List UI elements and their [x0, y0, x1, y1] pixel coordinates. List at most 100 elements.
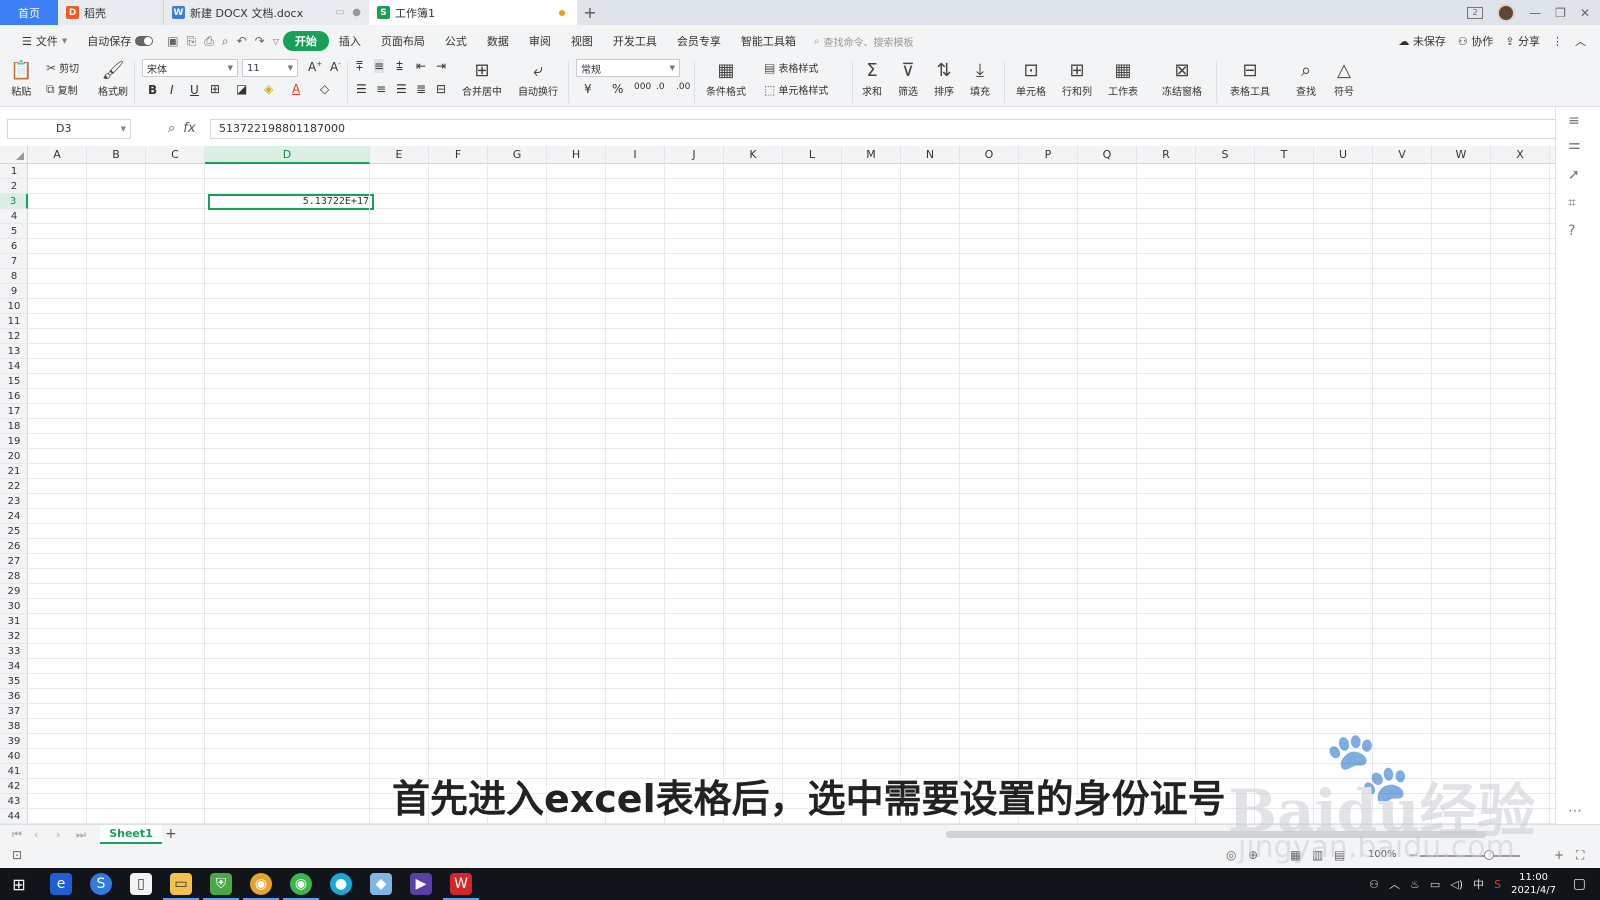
browser-icon[interactable]: e [50, 873, 72, 895]
menu-smart-tools[interactable]: 智能工具箱 [731, 31, 806, 51]
paste-button[interactable]: 📋 粘贴 [10, 59, 32, 98]
distribute-icon[interactable]: ⊟ [436, 82, 446, 96]
cell-button[interactable]: ⊡ 单元格 [1016, 59, 1046, 98]
row-header[interactable]: 17 [0, 404, 28, 419]
column-header[interactable]: C [146, 146, 205, 164]
merge-center-button[interactable]: ⊞ 合并居中 [462, 59, 502, 98]
sogou-icon[interactable]: S [90, 873, 112, 895]
column-header[interactable]: W [1432, 146, 1491, 164]
row-header[interactable]: 1 [0, 164, 28, 179]
table-tools-button[interactable]: ⊟ 表格工具 [1230, 59, 1270, 98]
row-header[interactable]: 27 [0, 554, 28, 569]
save-icon[interactable]: ▣ [163, 34, 182, 48]
column-header[interactable]: A [28, 146, 87, 164]
column-header[interactable]: Q [1078, 146, 1137, 164]
row-header[interactable]: 15 [0, 374, 28, 389]
menu-insert[interactable]: 插入 [329, 31, 371, 51]
collaborate-button[interactable]: ⚇ 协作 [1458, 33, 1493, 49]
fx-icon[interactable]: fx [183, 121, 195, 136]
increase-font-icon[interactable]: A+ [308, 60, 322, 74]
font-name-select[interactable]: 宋体 ▼ [142, 59, 238, 77]
row-header[interactable]: 25 [0, 524, 28, 539]
row-header[interactable]: 37 [0, 704, 28, 719]
column-header[interactable]: E [370, 146, 429, 164]
row-header[interactable]: 43 [0, 794, 28, 809]
cell-area[interactable]: 5.13722E+17 [28, 164, 1555, 824]
chrome-alt-icon[interactable]: ◉ [290, 873, 312, 895]
conditional-format-button[interactable]: ▦ 条件格式 [706, 59, 746, 98]
row-header[interactable]: 23 [0, 494, 28, 509]
increase-decimal-icon[interactable]: .0 [656, 82, 665, 92]
menu-lines-icon[interactable]: ≡ [1568, 113, 1580, 129]
more-icon[interactable]: ⋮ [1552, 35, 1563, 48]
column-header[interactable]: S [1196, 146, 1255, 164]
number-format-select[interactable]: 常规 ▼ [576, 59, 680, 77]
undo-icon[interactable]: ↶ [233, 34, 251, 48]
menu-start[interactable]: 开始 [282, 31, 329, 51]
tab-workbook[interactable]: S 工作簿1 [369, 0, 577, 25]
redo-icon[interactable]: ↷ [251, 34, 269, 48]
percent-icon[interactable]: % [612, 82, 623, 96]
row-header[interactable]: 20 [0, 449, 28, 464]
crop-icon[interactable]: ⌗ [1568, 195, 1576, 211]
chrome-icon[interactable]: ◉ [250, 873, 272, 895]
row-header[interactable]: 28 [0, 569, 28, 584]
align-bottom-icon[interactable]: ⩲ [396, 59, 403, 74]
currency-icon[interactable]: ¥ [584, 82, 592, 96]
table-style-button[interactable]: ▤ 表格样式 [764, 60, 818, 76]
zoom-in-icon[interactable]: + [1554, 848, 1564, 862]
prev-sheet-icon[interactable]: ‹ [34, 828, 38, 841]
column-header[interactable]: M [842, 146, 901, 164]
row-header[interactable]: 7 [0, 254, 28, 269]
find-button[interactable]: ⌕ 查找 [1296, 59, 1316, 98]
row-header[interactable]: 36 [0, 689, 28, 704]
indent-increase-icon[interactable]: ⇥ [436, 59, 446, 73]
row-header[interactable]: 16 [0, 389, 28, 404]
row-header[interactable]: 13 [0, 344, 28, 359]
row-header[interactable]: 10 [0, 299, 28, 314]
unsaved-button[interactable]: ☁ 未保存 [1398, 33, 1446, 49]
menu-review[interactable]: 审阅 [519, 31, 561, 51]
row-header[interactable]: 6 [0, 239, 28, 254]
column-header[interactable]: H [547, 146, 606, 164]
clock[interactable]: 11:00 2021/4/7 [1511, 871, 1556, 897]
row-header[interactable]: 31 [0, 614, 28, 629]
justify-icon[interactable]: ≣ [416, 82, 426, 96]
add-sheet-button[interactable]: + [165, 826, 177, 842]
row-header[interactable]: 24 [0, 509, 28, 524]
row-header[interactable]: 18 [0, 419, 28, 434]
last-sheet-icon[interactable]: ⏭ [76, 828, 86, 842]
row-header[interactable]: 11 [0, 314, 28, 329]
font-color-icon[interactable]: A [292, 82, 300, 96]
new-tab-button[interactable]: + [577, 0, 603, 25]
row-header[interactable]: 41 [0, 764, 28, 779]
align-center-icon[interactable]: ≡ [376, 82, 386, 96]
fullscreen-icon[interactable]: ⛶ [1576, 848, 1584, 863]
close-window-icon[interactable]: ✕ [1580, 6, 1590, 20]
fire-app-icon[interactable]: ♨ [1410, 878, 1420, 891]
align-left-icon[interactable]: ☰ [356, 82, 367, 96]
menu-data[interactable]: 数据 [477, 31, 519, 51]
app-icon[interactable]: ◆ [370, 873, 392, 895]
worksheet-button[interactable]: ▦ 工作表 [1108, 59, 1138, 98]
row-header[interactable]: 33 [0, 644, 28, 659]
cell-style-button[interactable]: ⬚ 单元格样式 [764, 82, 828, 98]
row-header[interactable]: 8 [0, 269, 28, 284]
file-menu[interactable]: ☰ 文件 ▼ [12, 31, 77, 51]
column-header[interactable]: U [1314, 146, 1373, 164]
tab-docx[interactable]: W 新建 DOCX 文档.docx ▭ ● [164, 0, 369, 25]
auto-wrap-button[interactable]: ⤶ 自动换行 [518, 59, 558, 98]
customize-icon[interactable]: ▽ [269, 37, 283, 46]
spreadsheet-grid[interactable]: ABCDEFGHIJKLMNOPQRSTUVWX 1 2 3 4 5 6 7 8 9 10 11 12… [0, 146, 1555, 824]
next-sheet-icon[interactable]: › [56, 828, 60, 841]
underline-icon[interactable]: U [190, 83, 199, 97]
row-header[interactable]: 9 [0, 284, 28, 299]
row-header[interactable]: 5 [0, 224, 28, 239]
row-header[interactable]: 21 [0, 464, 28, 479]
macro-record-icon[interactable]: ⊡ [12, 848, 22, 862]
command-search[interactable]: ⌕ 查找命令、搜索模板 [814, 34, 914, 49]
sum-button[interactable]: Σ 求和 [862, 59, 882, 98]
menu-view[interactable]: 视图 [561, 31, 603, 51]
more-dots-icon[interactable]: ⋯ [1568, 803, 1582, 819]
row-header[interactable]: 3 [0, 194, 28, 209]
